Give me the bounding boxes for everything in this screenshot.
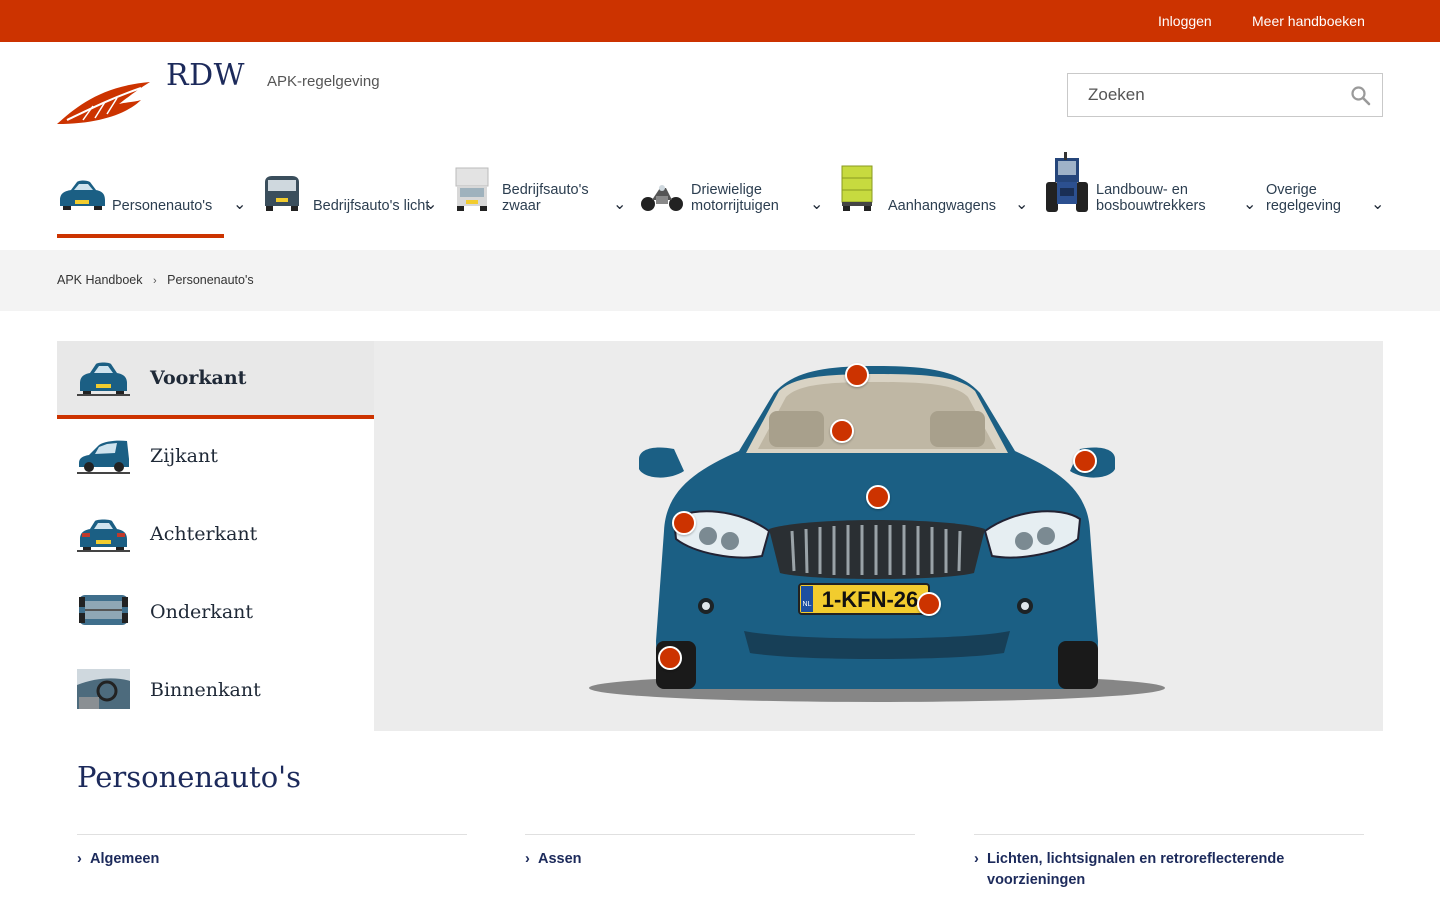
search-box [1067, 73, 1383, 117]
view-label: Zijkant [150, 445, 218, 467]
nav-item-driewielige-motorrijtuigen[interactable]: Driewielige motorrijtuigen [640, 150, 830, 238]
car-side-thumb-icon [77, 440, 130, 474]
breadcrumb-bar: APK Handboek › Personenauto's [0, 250, 1440, 311]
breadcrumb-home-link[interactable]: APK Handboek [57, 273, 142, 287]
topic-link[interactable]: Assen [525, 849, 915, 870]
view-item-binnenkant[interactable]: Binnenkant [57, 653, 374, 731]
chevron-down-icon[interactable]: ⌄ [424, 194, 437, 214]
car-interior-thumb-icon [77, 669, 130, 709]
nav-item-aanhangwagens[interactable]: Aanhangwagens [839, 150, 1029, 238]
car-underside-thumb-icon [79, 595, 128, 625]
chevron-down-icon[interactable]: ⌄ [810, 194, 823, 214]
rdw-logo-icon[interactable] [57, 76, 151, 126]
nav-item-bedrijfsautos-licht[interactable]: Bedrijfsauto's licht [262, 150, 447, 238]
car-front-illustration: NL 1-KFN-26 [589, 366, 1165, 702]
plate-country: NL [803, 601, 812, 608]
view-label: Binnenkant [150, 679, 261, 701]
vehicle-stage: NL 1-KFN-26 [374, 341, 1383, 731]
site-subtitle: APK-regelgeving [267, 73, 380, 90]
hotspot-roof[interactable] [845, 363, 869, 387]
tractor-icon [1046, 152, 1088, 212]
truck-icon [455, 167, 489, 211]
nav-item-label: Landbouw- en bosbouwtrekkers [1096, 182, 1206, 214]
hotspot-license-plate[interactable] [917, 592, 941, 616]
nav-item-label: Bedrijfsauto's licht [313, 198, 430, 214]
view-item-voorkant[interactable]: Voorkant [57, 341, 374, 419]
vehicle-category-nav: Personenauto's ⌄ Bedrijfsauto's licht ⌄ [57, 150, 1384, 238]
hotspot-windshield[interactable] [830, 419, 854, 443]
view-label: Onderkant [150, 601, 254, 623]
breadcrumb: APK Handboek › Personenauto's [57, 273, 254, 287]
chevron-down-icon[interactable]: ⌄ [1015, 194, 1028, 214]
view-label: Achterkant [150, 523, 258, 545]
nav-item-label: Driewielige motorrijtuigen [691, 182, 779, 214]
nav-item-label: Bedrijfsauto's zwaar [502, 182, 589, 214]
nav-item-label: Aanhangwagens [888, 198, 997, 214]
hotspot-headlight[interactable] [672, 511, 696, 535]
view-item-onderkant[interactable]: Onderkant [57, 575, 374, 653]
top-bar: Inloggen Meer handboeken [0, 0, 1440, 42]
section-title: Personenauto's [77, 760, 302, 794]
car-front-thumb-icon [77, 362, 130, 396]
chevron-down-icon[interactable]: ⌄ [233, 194, 246, 214]
nav-item-personenautos[interactable]: Personenauto's [57, 150, 224, 238]
nav-item-overige-regelgeving[interactable]: Overige regelgeving [1266, 150, 1383, 238]
nav-item-label: Personenauto's [112, 198, 213, 214]
more-handbooks-link[interactable]: Meer handboeken [1252, 13, 1365, 29]
car-rear-thumb-icon [77, 519, 130, 552]
search-input[interactable] [1068, 74, 1338, 116]
topic-link[interactable]: Algemeen [77, 849, 467, 870]
nav-item-label: Overige regelgeving [1266, 182, 1341, 214]
vehicle-view-panel: Voorkant Zijkant Achterkant Onderkant Bi… [57, 341, 1383, 731]
view-item-zijkant[interactable]: Zijkant [57, 419, 374, 497]
login-link[interactable]: Inloggen [1158, 13, 1212, 29]
hotspot-wheel[interactable] [658, 646, 682, 670]
view-item-achterkant[interactable]: Achterkant [57, 497, 374, 575]
topic-column: Lichten, lichtsignalen en retroreflecter… [974, 834, 1364, 903]
header: RDW APK-regelgeving Personenauto's ⌄ [0, 42, 1440, 250]
breadcrumb-current: Personenauto's [167, 273, 254, 287]
logo-text[interactable]: RDW [166, 58, 245, 93]
hotspot-mirror[interactable] [1073, 449, 1097, 473]
trike-icon [641, 185, 683, 211]
chevron-down-icon[interactable]: ⌄ [613, 194, 626, 214]
view-selector: Voorkant Zijkant Achterkant Onderkant Bi… [57, 341, 374, 731]
car-icon [60, 180, 105, 210]
search-icon[interactable] [1350, 85, 1372, 107]
trailer-icon [841, 165, 873, 211]
chevron-down-icon[interactable]: ⌄ [1243, 194, 1256, 214]
topic-column: Assen [525, 834, 915, 882]
nav-item-bedrijfsautos-zwaar[interactable]: Bedrijfsauto's zwaar [454, 150, 634, 238]
active-underline [57, 234, 224, 238]
hotspot-hood[interactable] [866, 485, 890, 509]
topic-column: Algemeen [77, 834, 467, 882]
license-plate-text: 1-KFN-26 [822, 587, 919, 612]
view-label: Voorkant [150, 367, 247, 389]
chevron-right-icon: › [152, 275, 157, 287]
van-icon [265, 176, 299, 211]
chevron-down-icon[interactable]: ⌄ [1371, 194, 1384, 214]
nav-item-landbouw-bosbouwtrekkers[interactable]: Landbouw- en bosbouwtrekkers [1044, 150, 1254, 238]
topic-link[interactable]: Lichten, lichtsignalen en retroreflecter… [974, 849, 1294, 891]
